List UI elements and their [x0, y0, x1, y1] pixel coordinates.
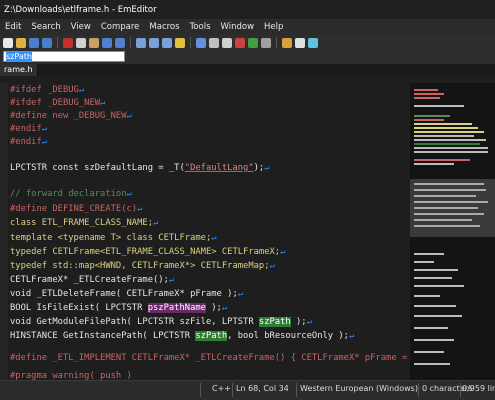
bookmark-icon[interactable]	[196, 37, 206, 48]
open-icon[interactable]	[16, 37, 26, 48]
find-bar: szPath	[0, 50, 495, 64]
find-in-files-icon[interactable]	[175, 37, 185, 48]
menu-help[interactable]: Help	[259, 22, 288, 32]
code-line: HINSTANCE GetInstancePath( LPCTSTR szPat…	[10, 331, 355, 341]
title-bar: Z:\Downloads\etlframe.h - EmEditor	[0, 0, 495, 19]
menu-bar: Edit Search View Compare Macros Tools Wi…	[0, 19, 495, 35]
code-line: typedef std::map<HWND, CETLFrameX*> CETL…	[10, 261, 275, 271]
minimap[interactable]	[410, 83, 495, 380]
new-icon[interactable]	[3, 37, 13, 48]
code-line: typedef CETLFrame<ETL_FRAME_CLASS_NAME> …	[10, 247, 286, 257]
code-line: template <typename T> class CETLFrame;↵	[10, 233, 217, 243]
outline-icon[interactable]	[308, 37, 318, 48]
code-line: void GetModuleFilePath( LPCTSTR szFile, …	[10, 317, 312, 327]
code-line: void _ETLDeleteFrame( CETLFrameX* pFrame…	[10, 289, 244, 299]
menu-view[interactable]: View	[66, 22, 96, 32]
search-match: szPath	[195, 331, 228, 341]
code-line: // forward declaration↵	[10, 189, 132, 199]
replace-icon[interactable]	[162, 37, 172, 48]
save-all-icon[interactable]	[42, 37, 52, 48]
status-bar: C++ Ln 68, Col 34 Western European (Wind…	[0, 380, 495, 400]
redo-icon[interactable]	[115, 37, 125, 48]
code-line: #ifdef _DEBUG_NEW↵	[10, 98, 106, 108]
wrap-icon[interactable]	[209, 37, 219, 48]
menu-window[interactable]: Window	[216, 22, 260, 32]
toolbar	[0, 35, 495, 50]
macro-play-icon[interactable]	[248, 37, 258, 48]
code-line: LPCTSTR const szDefaultLang = _T("Defaul…	[10, 163, 270, 173]
macro-stop-icon[interactable]	[261, 37, 271, 48]
code-line: #endif↵	[10, 124, 48, 134]
tab-bar: rame.h	[0, 64, 495, 76]
search-match: pszPathName	[147, 303, 206, 313]
tools-icon[interactable]	[282, 37, 292, 48]
code-line: #ifdef _DEBUG↵	[10, 85, 85, 95]
search-match: szPath	[258, 317, 291, 327]
properties-icon[interactable]	[295, 37, 305, 48]
find-input[interactable]: szPath	[3, 51, 125, 62]
find-value: szPath	[6, 52, 32, 61]
cut-icon[interactable]	[63, 37, 73, 48]
copy-icon[interactable]	[76, 37, 86, 48]
code-line: CETLFrameX* _ETLCreateFrame();↵	[10, 275, 175, 285]
paste-icon[interactable]	[89, 37, 99, 48]
menu-tools[interactable]: Tools	[185, 22, 216, 32]
macro-record-icon[interactable]	[235, 37, 245, 48]
menu-macros[interactable]: Macros	[144, 22, 184, 32]
code-line: #pragma warning( push )	[10, 371, 132, 380]
code-line: class ETL_FRAME_CLASS_NAME;↵	[10, 218, 159, 228]
menu-edit[interactable]: Edit	[0, 22, 26, 32]
code-line: #define DEFINE_CREATE(c)↵	[10, 204, 143, 214]
code-line: #define _ETL_IMPLEMENT CETLFrameX* _ETLC…	[10, 353, 410, 363]
code-line: #endif↵	[10, 137, 48, 147]
status-language[interactable]: C++	[212, 384, 231, 393]
status-encoding[interactable]: Western European (Windows)	[300, 384, 418, 393]
split-icon[interactable]	[222, 37, 232, 48]
tab-etlframe[interactable]: rame.h	[0, 64, 38, 76]
editor-gutter	[0, 83, 8, 380]
find-next-icon[interactable]	[149, 37, 159, 48]
code-line: #define new _DEBUG_NEW↵	[10, 111, 132, 121]
find-icon[interactable]	[136, 37, 146, 48]
status-position[interactable]: Ln 68, Col 34	[236, 384, 289, 393]
status-lines: 0/959 lin	[462, 384, 495, 393]
undo-icon[interactable]	[102, 37, 112, 48]
code-line: BOOL IsFileExist( LPCTSTR pszPathName );…	[10, 303, 228, 313]
menu-compare[interactable]: Compare	[96, 22, 145, 32]
menu-search[interactable]: Search	[26, 22, 65, 32]
window-title: Z:\Downloads\etlframe.h - EmEditor	[4, 4, 157, 15]
code-editor[interactable]: #ifdef _DEBUG↵ #ifdef _DEBUG_NEW↵ #defin…	[0, 83, 410, 380]
save-icon[interactable]	[29, 37, 39, 48]
